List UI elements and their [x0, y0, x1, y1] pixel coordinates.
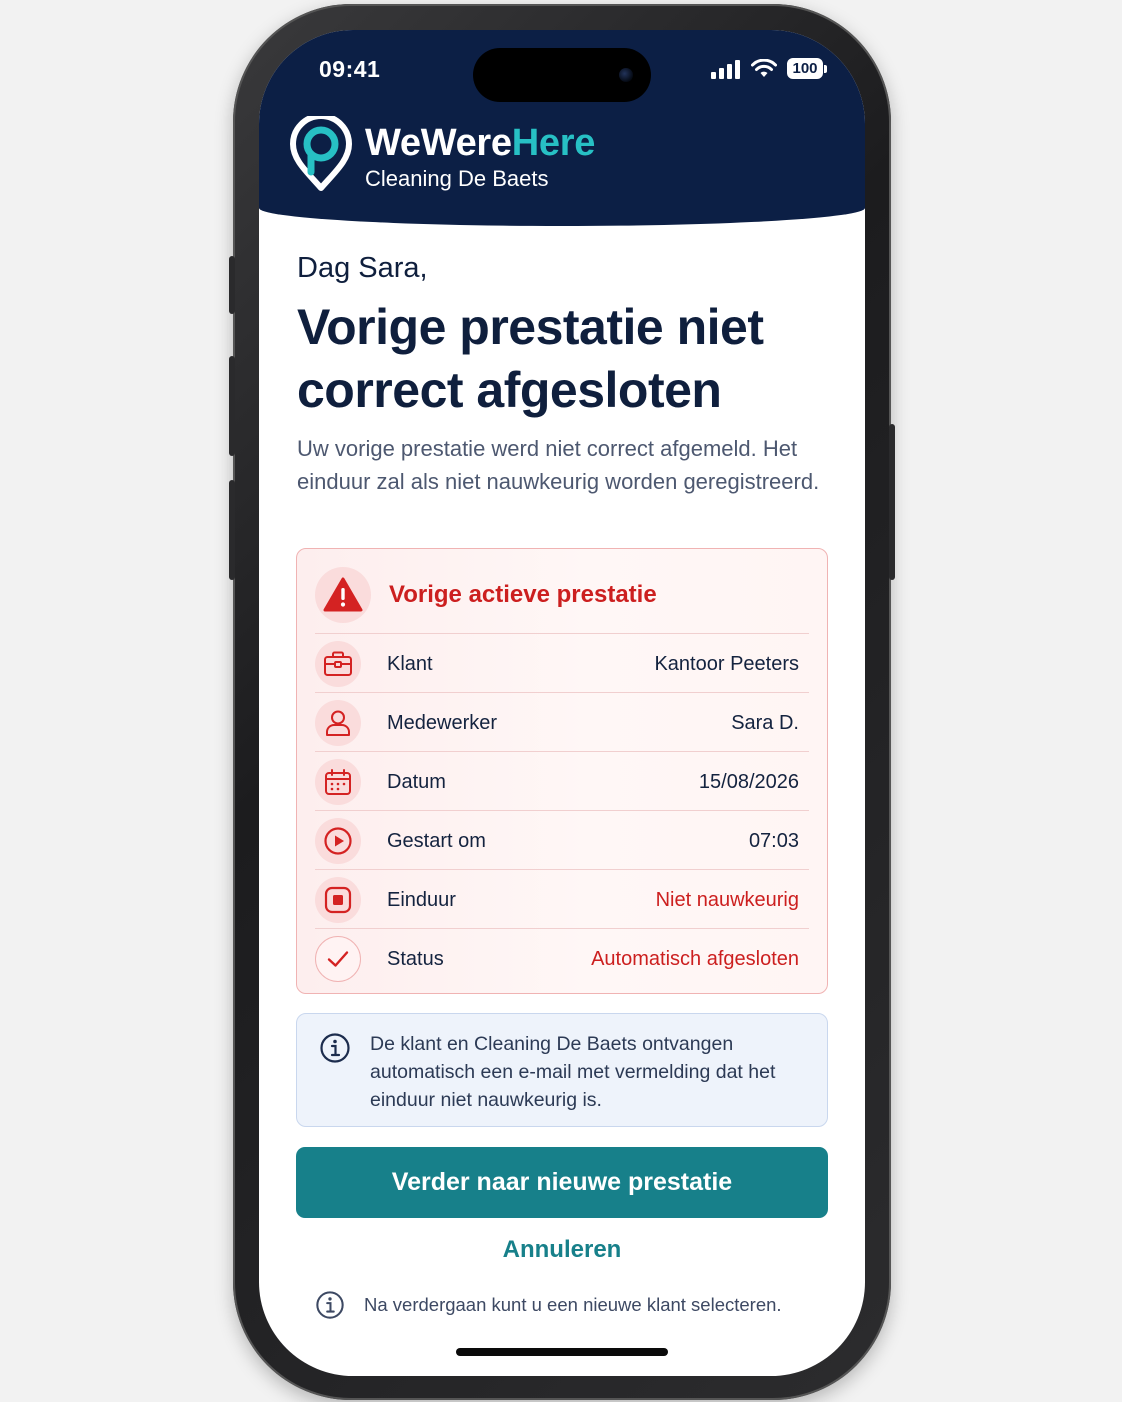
- action-button: [229, 256, 235, 314]
- warning-icon: [323, 577, 363, 612]
- footer-note-text: Na verdergaan kunt u een nieuwe klant se…: [364, 1294, 782, 1315]
- calendar-icon-badge: [315, 759, 361, 805]
- home-indicator[interactable]: [456, 1348, 668, 1356]
- divider: [315, 692, 809, 693]
- user-icon-badge: [315, 700, 361, 746]
- detail-row-klant: Klant Kantoor Peeters: [315, 635, 799, 693]
- status-icons: 100: [711, 58, 827, 79]
- wifi-icon: [751, 58, 777, 77]
- row-value: Niet nauwkeurig: [655, 888, 799, 911]
- dynamic-island: [473, 48, 651, 102]
- detail-row-medewerker: Medewerker Sara D.: [315, 694, 799, 752]
- row-value: 07:03: [748, 829, 799, 852]
- company-name: Cleaning De Baets: [365, 166, 549, 191]
- row-label: Klant: [387, 652, 433, 675]
- continue-button[interactable]: Verder naar nieuwe prestatie: [296, 1147, 828, 1218]
- power-button: [889, 424, 895, 580]
- detail-row-gestart-om: Gestart om 07:03: [315, 812, 799, 870]
- status-time: 09:41: [319, 56, 381, 82]
- stop-circle-icon-badge: [315, 877, 361, 923]
- briefcase-icon-badge: [315, 641, 361, 687]
- row-label: Medewerker: [387, 711, 498, 734]
- row-label: Datum: [387, 770, 446, 793]
- brand-name-part2: Here: [511, 122, 596, 164]
- page-description: Uw vorige prestatie werd niet correct af…: [297, 436, 820, 494]
- warning-icon-badge: [315, 567, 371, 623]
- brand-name: WeWereHere: [365, 122, 595, 165]
- card-header: Vorige actieve prestatie: [315, 567, 657, 623]
- cancel-link[interactable]: Annuleren: [259, 1236, 865, 1264]
- row-value: Kantoor Peeters: [654, 652, 799, 675]
- page-title: Vorige prestatie niet correct afgesloten: [297, 299, 764, 418]
- detail-row-status: Status Automatisch afgesloten: [315, 930, 799, 988]
- check-circle-icon: [327, 951, 349, 967]
- signal-icon: [711, 59, 740, 79]
- phone-screen: 09:41 100 WeWereHere Cleaning De Baets D…: [259, 30, 865, 1376]
- info-icon: [320, 1033, 350, 1063]
- card-title: Vorige actieve prestatie: [389, 581, 657, 608]
- info-icon: [316, 1291, 344, 1319]
- app-header: 09:41 100 WeWereHere Cleaning De Baets: [259, 30, 865, 226]
- previous-service-card: Vorige actieve prestatie Klant Kantoor P…: [296, 548, 828, 994]
- volume-down-button: [229, 480, 235, 580]
- volume-up-button: [229, 356, 235, 456]
- detail-row-einduur: Einduur Niet nauwkeurig: [315, 871, 799, 929]
- divider: [315, 810, 809, 811]
- user-icon: [326, 710, 350, 736]
- divider: [315, 633, 809, 634]
- battery-indicator: 100: [787, 58, 827, 79]
- info-box: De klant en Cleaning De Baets ontvangen …: [296, 1013, 828, 1127]
- briefcase-icon: [324, 651, 352, 676]
- check-circle-icon-badge: [315, 936, 361, 982]
- map-pin-logo-icon: [290, 116, 352, 191]
- row-value: Automatisch afgesloten: [591, 947, 799, 970]
- calendar-icon: [325, 769, 351, 795]
- row-value: 15/08/2026: [698, 770, 799, 793]
- greeting: Dag Sara,: [297, 252, 428, 284]
- row-value: Sara D.: [731, 711, 799, 734]
- divider: [315, 928, 809, 929]
- row-label: Status: [387, 947, 444, 970]
- detail-row-datum: Datum 15/08/2026: [315, 753, 799, 811]
- stop-circle-icon: [324, 886, 352, 914]
- row-label: Gestart om: [387, 829, 486, 852]
- divider: [315, 751, 809, 752]
- info-text: De klant en Cleaning De Baets ontvangen …: [370, 1033, 776, 1111]
- row-label: Einduur: [387, 888, 456, 911]
- play-circle-icon: [324, 827, 352, 855]
- divider: [315, 869, 809, 870]
- footer-note: Na verdergaan kunt u een nieuwe klant se…: [315, 1290, 782, 1320]
- brand-name-part1: WeWere: [365, 122, 512, 164]
- play-circle-icon-badge: [315, 818, 361, 864]
